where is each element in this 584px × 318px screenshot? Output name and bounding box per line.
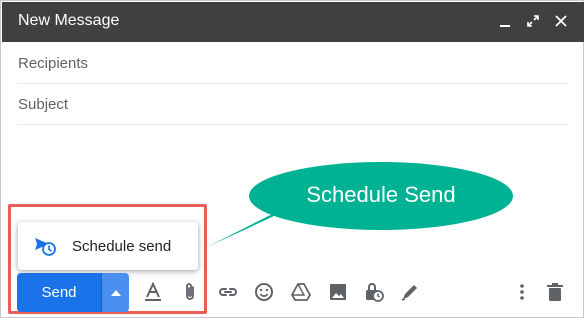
caret-up-icon (110, 289, 121, 296)
formatting-icon[interactable] (141, 280, 165, 304)
minimize-icon[interactable] (496, 10, 514, 32)
drive-icon[interactable] (289, 280, 313, 304)
attach-icon[interactable] (178, 280, 202, 304)
recipients-field[interactable]: Recipients (18, 44, 568, 84)
emoji-icon[interactable] (252, 280, 276, 304)
confidential-icon[interactable] (362, 280, 386, 304)
schedule-send-label: Schedule send (72, 238, 172, 255)
subject-field[interactable]: Subject (18, 85, 568, 125)
photo-icon[interactable] (326, 280, 350, 304)
signature-icon[interactable] (398, 280, 422, 304)
schedule-send-icon (34, 236, 56, 256)
recipients-placeholder: Recipients (18, 55, 89, 72)
window-title: New Message (18, 12, 120, 29)
more-options-icon[interactable] (510, 280, 534, 304)
send-button[interactable]: Send (17, 273, 101, 312)
compose-titlebar[interactable]: New Message (2, 2, 584, 42)
subject-placeholder: Subject (18, 96, 69, 113)
trash-icon[interactable] (543, 280, 567, 304)
schedule-send-menu-item[interactable]: Schedule send (18, 222, 198, 270)
link-icon[interactable] (216, 280, 240, 304)
close-icon[interactable] (552, 10, 570, 32)
more-send-options-button[interactable] (101, 273, 129, 312)
expand-icon[interactable] (524, 10, 542, 32)
callout-text: Schedule Send (306, 182, 456, 207)
